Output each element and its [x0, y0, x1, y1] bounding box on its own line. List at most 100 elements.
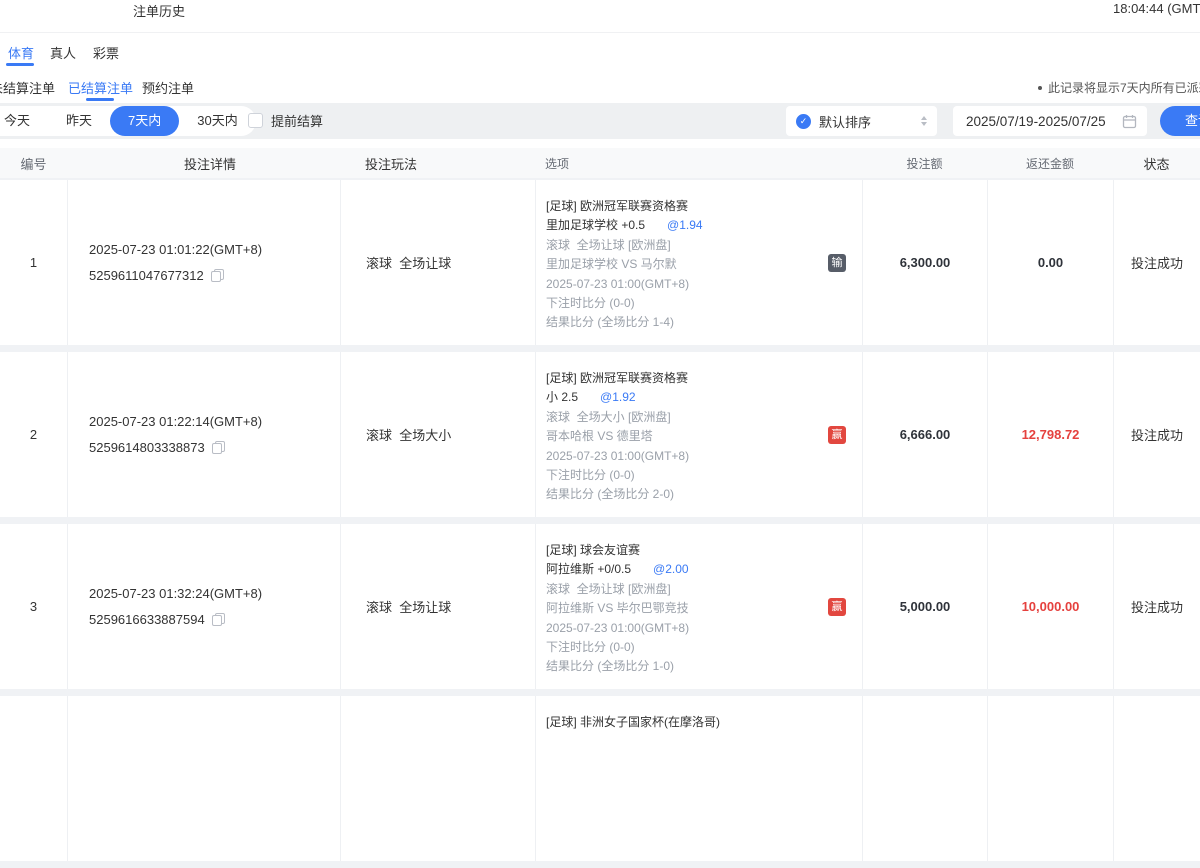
market-info: 滚球 全场让球 [欧洲盘]: [546, 236, 862, 255]
bet-time: 2025-07-23 01:22:14(GMT+8): [89, 409, 340, 435]
copy-icon[interactable]: [212, 441, 225, 454]
option-cell: [足球] 欧洲冠军联赛资格赛 小 2.5@1.92 滚球 全场大小 [欧洲盘] …: [535, 352, 862, 517]
subtab-settled[interactable]: 已结算注单: [68, 78, 133, 97]
option-cell: [足球] 球会友谊赛 阿拉维斯 +0/0.5 @2.00 滚球 全场让球 [欧洲盘…: [535, 524, 862, 689]
match-teams: 阿拉维斯 VS 毕尔巴鄂竞技: [546, 599, 862, 618]
league-name: [足球] 欧洲冠军联赛资格赛: [546, 369, 862, 388]
option-cell: [足球] 非洲女子国家杯(在摩洛哥): [535, 696, 862, 861]
outcome-badge: 赢: [828, 598, 846, 616]
early-settle-checkbox[interactable]: [248, 113, 263, 128]
score-at-bet: 下注时比分 (0-0): [546, 466, 862, 485]
col-header-detail: 投注详情: [67, 148, 340, 178]
bet-amount: 5,000.00: [862, 524, 987, 689]
col-header-return: 返还金额: [987, 148, 1113, 178]
date-range-value: 2025/07/19-2025/07/25: [966, 114, 1122, 129]
table-row: 2 2025-07-23 01:22:14(GMT+8) 52596148033…: [0, 352, 1200, 517]
col-header-play: 投注玩法: [340, 148, 535, 178]
return-amount: 10,000.00: [987, 524, 1113, 689]
play-type: 滚球 全场让球: [340, 180, 535, 345]
row-number: 1: [0, 180, 67, 345]
caret-sort-icon: [921, 116, 927, 126]
subtab-unsettled[interactable]: 未结算注单: [0, 78, 55, 97]
tab-lottery[interactable]: 彩票: [93, 43, 119, 62]
order-id: 5259616633887594: [89, 607, 205, 633]
sort-select[interactable]: 默认排序: [786, 106, 937, 136]
bullet-dot-icon: [1038, 86, 1042, 90]
odds-value: @2.00: [653, 562, 689, 576]
early-settle-checkbox-group[interactable]: 提前结算: [248, 111, 323, 130]
table-row: [足球] 非洲女子国家杯(在摩洛哥): [0, 696, 1200, 861]
col-header-amount: 投注额: [862, 148, 987, 178]
range-30days-button[interactable]: 30天内: [179, 106, 255, 136]
range-yesterday-button[interactable]: 昨天: [48, 106, 110, 136]
match-time: 2025-07-23 01:00(GMT+8): [546, 447, 862, 466]
order-id: 5259611047677312: [89, 263, 204, 289]
records-notice: 此记录将显示7天内所有已派彩的: [1038, 79, 1200, 96]
return-amount: 0.00: [987, 180, 1113, 345]
tab-live[interactable]: 真人: [50, 43, 76, 62]
row-number: 3: [0, 524, 67, 689]
result-score: 结果比分 (全场比分 1-4): [546, 313, 862, 332]
outcome-badge: 赢: [828, 426, 846, 444]
pick-name: 阿拉维斯 +0/0.5: [546, 562, 631, 576]
league-name: [足球] 欧洲冠军联赛资格赛: [546, 197, 862, 216]
league-name: [足球] 非洲女子国家杯(在摩洛哥): [546, 713, 862, 732]
range-7days-button[interactable]: 7天内: [110, 106, 179, 136]
table-header-row: 编号 投注详情 投注玩法 选项 投注额 返还金额 状态: [0, 148, 1200, 178]
date-range-input[interactable]: 2025/07/19-2025/07/25: [953, 106, 1147, 136]
table-row: 1 2025-07-23 01:01:22(GMT+8) 52596110476…: [0, 180, 1200, 345]
order-id: 5259614803338873: [89, 435, 205, 461]
early-settle-label: 提前结算: [271, 111, 323, 130]
match-teams: 里加足球学校 VS 马尔默: [546, 255, 862, 274]
bet-status: 投注成功: [1113, 180, 1200, 345]
copy-icon[interactable]: [211, 269, 224, 282]
league-name: [足球] 球会友谊赛: [546, 541, 862, 560]
col-header-status: 状态: [1113, 148, 1200, 178]
bet-time: 2025-07-23 01:32:24(GMT+8): [89, 581, 340, 607]
match-teams: 哥本哈根 VS 德里塔: [546, 427, 862, 446]
main-tabs: 体育 真人 彩票: [0, 34, 1200, 68]
col-header-option: 选项: [535, 148, 862, 178]
result-score: 结果比分 (全场比分 1-0): [546, 657, 862, 676]
score-at-bet: 下注时比分 (0-0): [546, 294, 862, 313]
active-tab-indicator: [6, 63, 34, 66]
bet-time: 2025-07-23 01:01:22(GMT+8): [89, 237, 340, 263]
range-today-button[interactable]: 今天: [0, 106, 48, 136]
pick-name: 里加足球学校 +0.5: [546, 218, 645, 232]
play-type: 滚球 全场让球: [340, 524, 535, 689]
filter-bar: 今天 昨天 7天内 30天内 提前结算 默认排序 2025/07/19-2025…: [0, 103, 1200, 139]
date-range-segmented-control: 今天 昨天 7天内 30天内: [0, 106, 256, 136]
bet-amount: 6,300.00: [862, 180, 987, 345]
bets-table: 编号 投注详情 投注玩法 选项 投注额 返还金额 状态 1 2025-07-23…: [0, 148, 1200, 868]
server-time: 18:04:44 (GMT+8): [1113, 1, 1200, 16]
result-score: 结果比分 (全场比分 2-0): [546, 485, 862, 504]
calendar-icon: [1122, 114, 1137, 129]
row-number: 2: [0, 352, 67, 517]
active-subtab-indicator: [86, 98, 114, 101]
market-info: 滚球 全场大小 [欧洲盘]: [546, 408, 862, 427]
tab-sports[interactable]: 体育: [8, 43, 34, 62]
bet-status: 投注成功: [1113, 524, 1200, 689]
odds-value: @1.94: [667, 218, 703, 232]
pick-name: 小 2.5: [546, 390, 578, 404]
option-cell: [足球] 欧洲冠军联赛资格赛 里加足球学校 +0.5 @1.94 滚球 全场让球 …: [535, 180, 862, 345]
score-at-bet: 下注时比分 (0-0): [546, 638, 862, 657]
sub-tabs: 未结算注单 已结算注单 预约注单 此记录将显示7天内所有已派彩的: [0, 68, 1200, 103]
bet-amount: 6,666.00: [862, 352, 987, 517]
col-header-no: 编号: [0, 148, 67, 178]
search-button[interactable]: 查询: [1160, 106, 1200, 136]
match-time: 2025-07-23 01:00(GMT+8): [546, 619, 862, 638]
odds-value: @1.92: [600, 390, 636, 404]
subtab-reserved[interactable]: 预约注单: [142, 78, 194, 97]
top-bar: 注单历史 18:04:44 (GMT+8): [0, 0, 1200, 33]
sort-selected-value: 默认排序: [819, 112, 921, 131]
check-circle-icon: [796, 114, 811, 129]
bet-status: 投注成功: [1113, 352, 1200, 517]
return-amount: 12,798.72: [987, 352, 1113, 517]
page-title: 注单历史: [133, 1, 185, 20]
table-row: 3 2025-07-23 01:32:24(GMT+8) 52596166338…: [0, 524, 1200, 689]
outcome-badge: 输: [828, 254, 846, 272]
copy-icon[interactable]: [212, 613, 225, 626]
play-type: 滚球 全场大小: [340, 352, 535, 517]
market-info: 滚球 全场让球 [欧洲盘]: [546, 580, 862, 599]
